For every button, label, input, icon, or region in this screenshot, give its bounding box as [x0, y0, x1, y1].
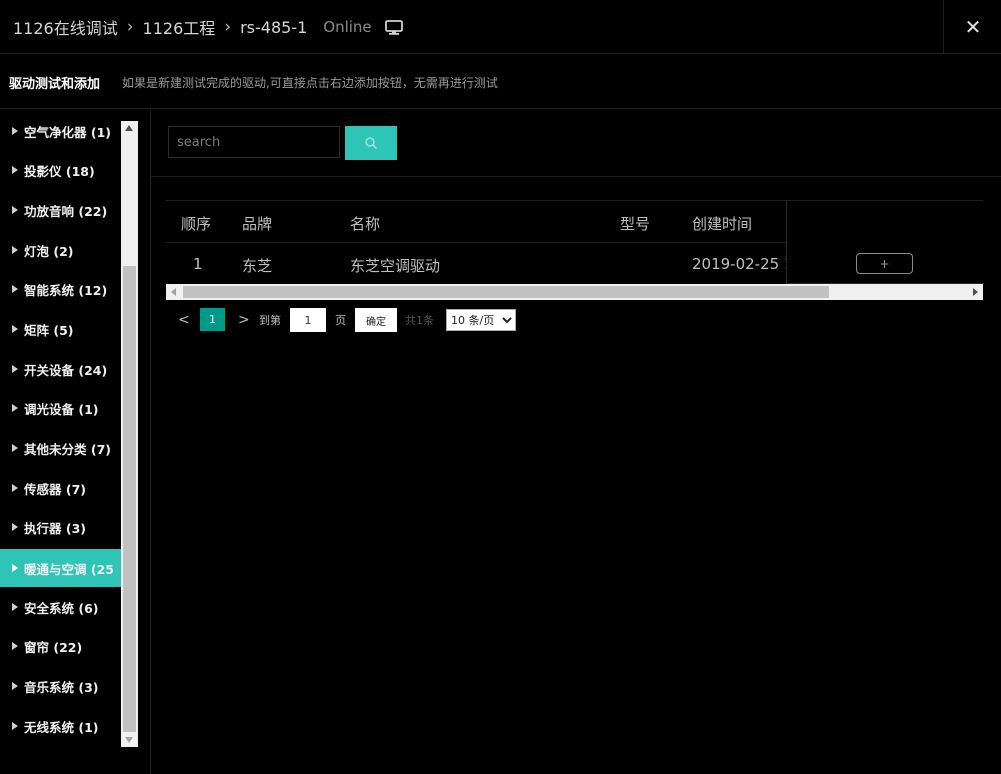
monitor-icon[interactable]	[384, 18, 404, 36]
cell-name: 东芝空调驱动	[350, 257, 441, 275]
category-item[interactable]: 执行器 (3)	[0, 509, 121, 545]
chevron-right-icon: ›	[126, 17, 134, 37]
page-size-select[interactable]: 10 条/页	[446, 309, 516, 331]
category-label: 窗帘 (22)	[24, 639, 83, 655]
chevron-right-icon: ›	[224, 17, 232, 37]
category-label: 安全系统 (6)	[24, 600, 99, 616]
category-item[interactable]: 功放音响 (22)	[0, 192, 121, 228]
search-button[interactable]	[345, 126, 397, 160]
column-header-order: 顺序	[181, 215, 212, 233]
category-item[interactable]: 其他未分类 (7)	[0, 430, 121, 466]
category-item[interactable]: 矩阵 (5)	[0, 311, 121, 347]
column-header-brand: 品牌	[242, 215, 273, 233]
goto-page-input[interactable]	[290, 308, 326, 332]
breadcrumb-item[interactable]: rs-485-1	[240, 18, 307, 37]
category-item[interactable]: 投影仪 (18)	[0, 152, 121, 188]
scroll-right-arrow-icon[interactable]	[973, 288, 978, 296]
sidebar-scrollbar[interactable]	[121, 121, 138, 747]
page-number-current[interactable]: 1	[200, 308, 225, 331]
scroll-up-arrow-icon[interactable]	[125, 125, 133, 131]
caret-right-icon	[12, 246, 18, 254]
category-item-active[interactable]: 暖通与空调 (25	[0, 549, 121, 587]
add-driver-button[interactable]: +	[856, 253, 913, 274]
divider	[151, 176, 1001, 177]
category-label: 智能系统 (12)	[24, 282, 108, 298]
column-header-name: 名称	[350, 215, 381, 233]
category-label: 无线系统 (1)	[24, 719, 99, 735]
pagination: < 1 > 到第 页 确定 共1条 10 条/页	[170, 307, 530, 333]
scrollbar-thumb[interactable]	[183, 286, 829, 298]
scroll-left-arrow-icon[interactable]	[171, 288, 176, 296]
category-item[interactable]: 窗帘 (22)	[0, 628, 121, 664]
cell-brand: 东芝	[242, 257, 273, 275]
caret-right-icon	[12, 682, 18, 690]
breadcrumb: 1126在线调试 › 1126工程 › rs-485-1 Online	[13, 15, 404, 39]
next-page-button[interactable]: >	[238, 312, 250, 328]
category-label: 灯泡 (2)	[24, 243, 74, 259]
caret-right-icon	[12, 642, 18, 650]
section-header: 驱动测试和添加 如果是新建测试完成的驱动,可直接点击右边添加按钮，无需再进行测试	[0, 54, 1001, 109]
caret-right-icon	[12, 404, 18, 412]
driver-table: 顺序 品牌 名称 型号 创建时间 1 东芝 东芝空调驱动 2019-02-25 …	[166, 200, 984, 284]
section-hint: 如果是新建测试完成的驱动,可直接点击右边添加按钮，无需再进行测试	[122, 76, 498, 90]
category-item[interactable]: 调光设备 (1)	[0, 390, 121, 426]
caret-right-icon	[12, 523, 18, 531]
category-item[interactable]: 智能系统 (12)	[0, 271, 121, 307]
category-label: 传感器 (7)	[24, 481, 86, 497]
scroll-down-arrow-icon[interactable]	[125, 737, 133, 743]
action-column: +	[786, 201, 984, 284]
category-label: 调光设备 (1)	[24, 401, 99, 417]
caret-right-icon	[12, 206, 18, 214]
close-icon: ✕	[964, 14, 982, 39]
category-label: 功放音响 (22)	[24, 203, 108, 219]
search-icon	[365, 137, 378, 150]
search-input[interactable]	[168, 126, 340, 158]
breadcrumb-item[interactable]: 1126工程	[143, 15, 216, 39]
caret-right-icon	[12, 722, 18, 730]
category-label: 音乐系统 (3)	[24, 679, 99, 695]
title-bar: 1126在线调试 › 1126工程 › rs-485-1 Online ✕	[0, 0, 1001, 54]
caret-right-icon	[12, 444, 18, 452]
caret-right-icon	[12, 285, 18, 293]
category-label: 矩阵 (5)	[24, 322, 74, 338]
caret-right-icon	[12, 166, 18, 174]
category-item[interactable]: 开关设备 (24)	[0, 351, 121, 387]
table-horizontal-scrollbar[interactable]	[166, 284, 983, 300]
confirm-goto-button[interactable]: 确定	[355, 308, 397, 332]
category-label: 执行器 (3)	[24, 520, 86, 536]
category-sidebar: 空气净化器 (1) 投影仪 (18) 功放音响 (22) 灯泡 (2) 智能系统…	[0, 109, 151, 774]
column-header-created: 创建时间	[692, 215, 753, 233]
category-item[interactable]: 空气净化器 (1)	[0, 113, 121, 149]
cell-created: 2019-02-25 1	[692, 255, 794, 273]
category-item[interactable]: 传感器 (7)	[0, 470, 121, 506]
close-button[interactable]: ✕	[943, 0, 1001, 53]
caret-right-icon	[12, 564, 18, 572]
category-item[interactable]: 无线系统 (1)	[0, 708, 121, 744]
cell-order: 1	[193, 255, 203, 273]
caret-right-icon	[12, 127, 18, 135]
status-text: Online	[323, 18, 372, 36]
caret-right-icon	[12, 603, 18, 611]
column-header-model: 型号	[620, 215, 651, 233]
caret-right-icon	[12, 484, 18, 492]
category-label: 暖通与空调 (25	[24, 561, 114, 577]
caret-right-icon	[12, 325, 18, 333]
goto-label: 到第	[259, 314, 281, 327]
category-label: 开关设备 (24)	[24, 362, 108, 378]
total-count: 共1条	[405, 314, 434, 327]
category-label: 其他未分类 (7)	[24, 441, 111, 457]
section-title: 驱动测试和添加	[9, 77, 101, 92]
prev-page-button[interactable]: <	[178, 312, 190, 328]
caret-right-icon	[12, 365, 18, 373]
scrollbar-thumb[interactable]	[123, 266, 136, 732]
category-item[interactable]: 灯泡 (2)	[0, 232, 121, 268]
page-label: 页	[335, 314, 346, 327]
breadcrumb-item[interactable]: 1126在线调试	[13, 15, 118, 39]
category-item[interactable]: 音乐系统 (3)	[0, 668, 121, 704]
category-label: 投影仪 (18)	[24, 163, 95, 179]
category-item[interactable]: 安全系统 (6)	[0, 589, 121, 625]
category-label: 空气净化器 (1)	[24, 124, 111, 140]
